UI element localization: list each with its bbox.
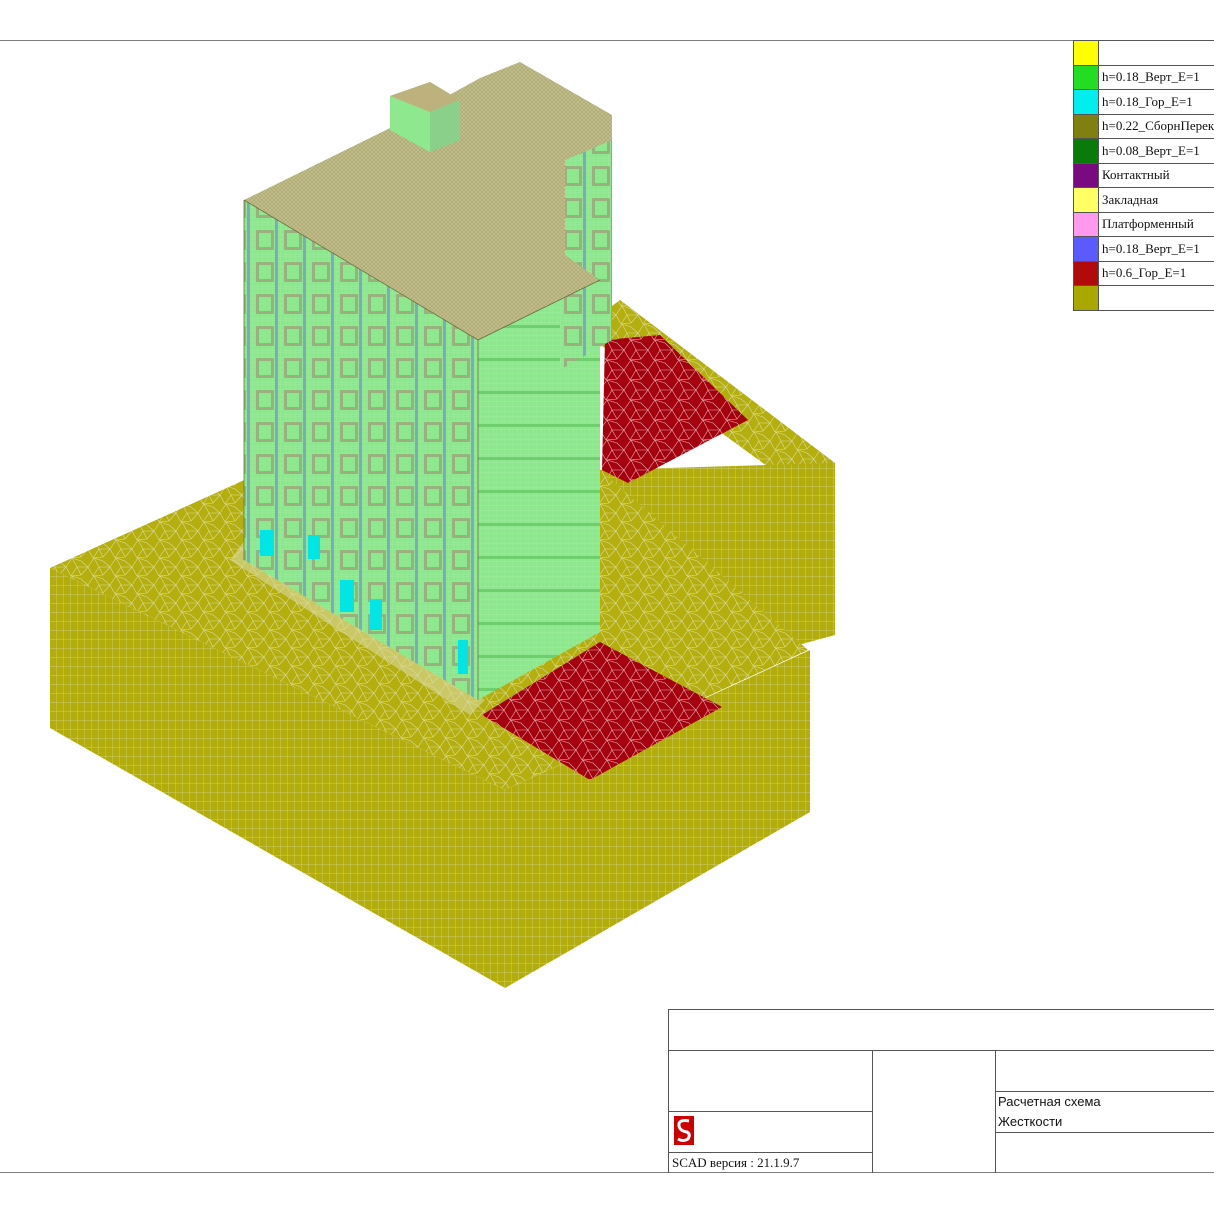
- legend-swatch: [1073, 236, 1099, 262]
- legend-row: h=0.6_Гор_E=1: [1073, 260, 1214, 286]
- frame-top-line: [0, 40, 1214, 41]
- legend-swatch: [1073, 113, 1099, 139]
- legend-swatch: [1073, 285, 1099, 311]
- legend-swatch: [1073, 187, 1099, 213]
- title-block: SCAD версия : 21.1.9.7 Расчетная схема Ж…: [668, 1009, 1214, 1173]
- scheme-title: Расчетная схема: [998, 1094, 1101, 1109]
- legend-swatch: [1073, 162, 1099, 188]
- legend-row: h=0.18_Гор_E=1: [1073, 89, 1214, 115]
- scad-logo-icon: [674, 1116, 694, 1145]
- legend-label: [1098, 40, 1214, 66]
- legend-swatch: [1073, 64, 1099, 90]
- legend-label: h=0.08_Верт_E=1: [1098, 138, 1214, 164]
- legend-label: h=0.6_Гор_E=1: [1098, 260, 1214, 286]
- legend-label: [1098, 285, 1214, 311]
- slab-rear: [602, 335, 748, 483]
- legend-row: h=0.08_Верт_E=1: [1073, 138, 1214, 164]
- legend-swatch: [1073, 260, 1099, 286]
- stiffness-legend: h=0.18_Верт_E=1 h=0.18_Гор_E=1 h=0.22_Сбор…: [1073, 40, 1214, 311]
- legend-row: Закладная: [1073, 187, 1214, 213]
- legend-swatch: [1073, 138, 1099, 164]
- legend-row: [1073, 285, 1214, 311]
- legend-row: h=0.18_Верт_E=1: [1073, 236, 1214, 262]
- legend-row: [1073, 40, 1214, 66]
- legend-swatch: [1073, 211, 1099, 237]
- legend-label: Контактный: [1098, 162, 1214, 188]
- ground-floor-panel: [260, 530, 274, 556]
- legend-row: Платформенный: [1073, 211, 1214, 237]
- legend-label: h=0.18_Верт_E=1: [1098, 64, 1214, 90]
- legend-swatch: [1073, 89, 1099, 115]
- legend-label: h=0.18_Гор_E=1: [1098, 89, 1214, 115]
- legend-label: Закладная: [1098, 187, 1214, 213]
- legend-label: h=0.22_СборнПерекр: [1098, 113, 1214, 139]
- legend-swatch: [1073, 40, 1099, 66]
- legend-row: Контактный: [1073, 162, 1214, 188]
- legend-label: Платформенный: [1098, 211, 1214, 237]
- legend-row: h=0.22_СборнПерекр: [1073, 113, 1214, 139]
- legend-label: h=0.18_Верт_E=1: [1098, 236, 1214, 262]
- legend-row: h=0.18_Верт_E=1: [1073, 64, 1214, 90]
- scad-version: SCAD версия : 21.1.9.7: [672, 1155, 800, 1170]
- scheme-subtitle: Жесткости: [998, 1114, 1063, 1129]
